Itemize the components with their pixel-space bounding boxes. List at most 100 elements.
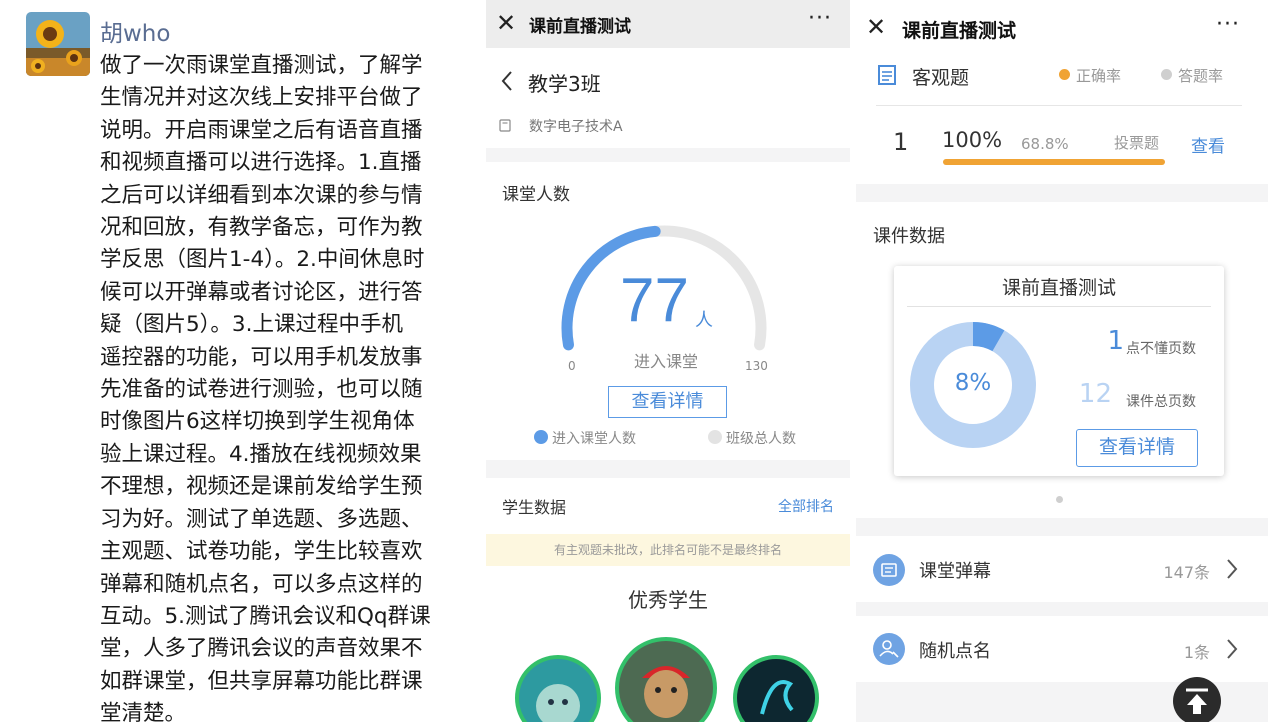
objective-title: 客观题 — [912, 67, 970, 89]
danmu-icon — [873, 554, 905, 586]
top-bar: ✕ 课前直播测试 ··· — [486, 0, 850, 48]
close-icon[interactable]: ✕ — [496, 8, 516, 38]
donut-segment — [972, 322, 1005, 352]
danmu-row[interactable]: 课堂弹幕 147条 — [856, 536, 1268, 602]
attendance-unit: 人 — [695, 310, 713, 331]
close-icon[interactable]: ✕ — [866, 12, 886, 42]
social-post: 胡who 做了一次雨课堂直播测试，了解学 生情况并对这次线上安排平台做了 说明。… — [0, 0, 486, 722]
sunflower-avatar-image — [26, 12, 90, 76]
post-line: 生情况并对这次线上安排平台做了 — [100, 85, 423, 111]
right-phone-screenshot: ✕ 课前直播测试 ··· 客观题 正确率 答题率 1 100% 68.8% 投票… — [856, 0, 1268, 722]
post-line: 时像图片6这样切换到学生视角体 — [100, 409, 415, 435]
post-line: 堂，人多了腾讯会议的声音效果不 — [100, 636, 423, 662]
legend-entered-label: 进入课堂人数 — [552, 431, 636, 447]
attendance-title: 课堂人数 — [502, 185, 570, 205]
post-line: 遥控器的功能，可以用手机发放事 — [100, 344, 423, 370]
courseware-details-button[interactable]: 查看详情 — [1076, 429, 1198, 467]
donut-percent: 8% — [954, 370, 992, 396]
back-to-top-icon[interactable] — [1172, 676, 1222, 722]
view-question-link[interactable]: 查看 — [1191, 132, 1225, 157]
top-students-heading: 优秀学生 — [628, 588, 708, 612]
legend-answered-label: 答题率 — [1178, 67, 1224, 85]
total-pages-count: 12 — [1078, 379, 1112, 409]
student-avatar-cartoon[interactable] — [514, 654, 602, 722]
post-line: 验上课过程。4.播放在线视频效果 — [100, 441, 422, 467]
danmu-label: 课堂弹幕 — [919, 561, 991, 582]
ranking-notice: 有主观题未批改，此排名可能不是最终排名 — [486, 534, 850, 566]
post-author[interactable]: 胡who — [100, 14, 170, 48]
legend-total-label: 班级总人数 — [726, 431, 796, 447]
student-data-card: 学生数据 全部排名 有主观题未批改，此排名可能不是最终排名 优秀学生 — [486, 478, 850, 722]
legend-dot-entered — [534, 430, 548, 444]
danmu-count: 147条 — [1163, 563, 1210, 582]
objective-card: 客观题 正确率 答题率 1 100% 68.8% 投票题 查看 — [856, 54, 1268, 184]
gauge-max-label: 130 — [745, 359, 768, 373]
more-icon[interactable]: ··· — [1216, 12, 1240, 37]
post-line: 不理想，视频还是课前发给学生预 — [100, 474, 423, 500]
question-kind: 投票题 — [1114, 134, 1160, 152]
attendance-sub: 进入课堂 — [634, 352, 699, 371]
correct-rate: 100% — [942, 128, 1003, 152]
attendance-card: 课堂人数 77 人 进入课堂 0 130 查看详情 进入课堂人数 班级总人数 — [486, 162, 850, 460]
student-avatar-dragon[interactable] — [732, 654, 820, 722]
chevron-right-icon — [1227, 559, 1238, 579]
window-title: 课前直播测试 — [902, 20, 1017, 42]
post-line: 说明。开启雨课堂之后有语音直播 — [100, 117, 423, 143]
legend-dot-correct — [1059, 69, 1070, 80]
post-line: 疑（图片5）。3.上课过程中手机 — [100, 312, 403, 338]
chevron-right-icon — [1227, 639, 1238, 659]
course-name: 数字电子技术A — [529, 119, 623, 135]
courseware-card: 课前直播测试 8% 1 点不懂页数 12 课件总页数 查看详情 — [894, 266, 1224, 476]
divider — [876, 105, 1242, 106]
full-ranking-link[interactable]: 全部排名 — [778, 496, 834, 516]
carousel-dot[interactable] — [1056, 496, 1063, 503]
post-line: 况和回放，有教学备忘，可作为教 — [100, 215, 423, 241]
rollcall-row[interactable]: 随机点名 1条 — [856, 616, 1268, 682]
class-name: 教学3班 — [528, 72, 601, 96]
post-line: 堂清楚。 — [100, 701, 187, 722]
correct-rate-bar — [943, 159, 1165, 165]
post-line: 候可以开弹幕或者讨论区，进行答 — [100, 279, 423, 305]
correct-rate-track — [943, 159, 1165, 165]
courseware-section: 课件数据 课前直播测试 8% 1 点不懂页数 12 课件总页数 查看详情 — [856, 202, 1268, 518]
rollcall-label: 随机点名 — [919, 641, 991, 662]
attendance-details-button[interactable]: 查看详情 — [608, 386, 727, 418]
middle-phone-screenshot: ✕ 课前直播测试 ··· 教学3班 数字电子技术A 课堂人数 77 人 进入课堂… — [486, 0, 850, 722]
post-line: 之后可以详细看到本次课的参与情 — [100, 182, 423, 208]
legend-dot-total — [708, 430, 722, 444]
window-title: 课前直播测试 — [529, 17, 631, 37]
post-line: 做了一次雨课堂直播测试，了解学 — [100, 53, 423, 78]
class-header: 教学3班 数字电子技术A — [486, 48, 850, 148]
rollcall-icon — [873, 633, 905, 665]
avatar[interactable] — [26, 12, 90, 76]
rollcall-count: 1条 — [1183, 643, 1210, 662]
courseware-card-title: 课前直播测试 — [1001, 277, 1116, 299]
legend-correct-label: 正确率 — [1076, 67, 1122, 85]
post-line: 弹幕和随机点名，可以多点这样的 — [100, 571, 423, 597]
student-avatar-dog[interactable] — [614, 636, 718, 722]
not-understood-label: 点不懂页数 — [1126, 341, 1196, 357]
post-line: 学反思（图片1-4）。2.中间休息时 — [100, 247, 425, 273]
document-icon — [878, 65, 896, 85]
back-icon[interactable] — [500, 70, 514, 92]
post-line: 如群课堂，但共享屏幕功能比群课 — [100, 668, 423, 694]
courseware-title: 课件数据 — [873, 226, 945, 247]
total-pages-label: 课件总页数 — [1126, 394, 1196, 410]
post-line: 先准备的试卷进行测验，也可以随 — [100, 377, 423, 403]
post-text: 做了一次雨课堂直播测试，了解学 生情况并对这次线上安排平台做了 说明。开启雨课堂… — [100, 50, 470, 722]
post-line: 习为好。测试了单选题、多选题、 — [100, 506, 423, 532]
not-understood-count: 1 — [1107, 326, 1124, 356]
top-bar: ✕ 课前直播测试 ··· — [856, 0, 1268, 54]
legend-dot-answered — [1161, 69, 1172, 80]
answer-rate: 68.8% — [1021, 135, 1069, 153]
attendance-count: 77 — [620, 266, 689, 335]
divider — [907, 306, 1211, 307]
book-icon — [499, 119, 511, 132]
gauge-min-label: 0 — [568, 359, 576, 373]
student-data-title: 学生数据 — [502, 498, 567, 517]
question-index: 1 — [893, 128, 909, 156]
post-line: 和视频直播可以进行选择。1.直播 — [100, 150, 422, 176]
more-icon[interactable]: ··· — [808, 6, 832, 31]
post-line: 主观题、试卷功能，学生比较喜欢 — [100, 539, 423, 565]
post-line: 互动。5.测试了腾讯会议和Qq群课 — [100, 603, 431, 629]
